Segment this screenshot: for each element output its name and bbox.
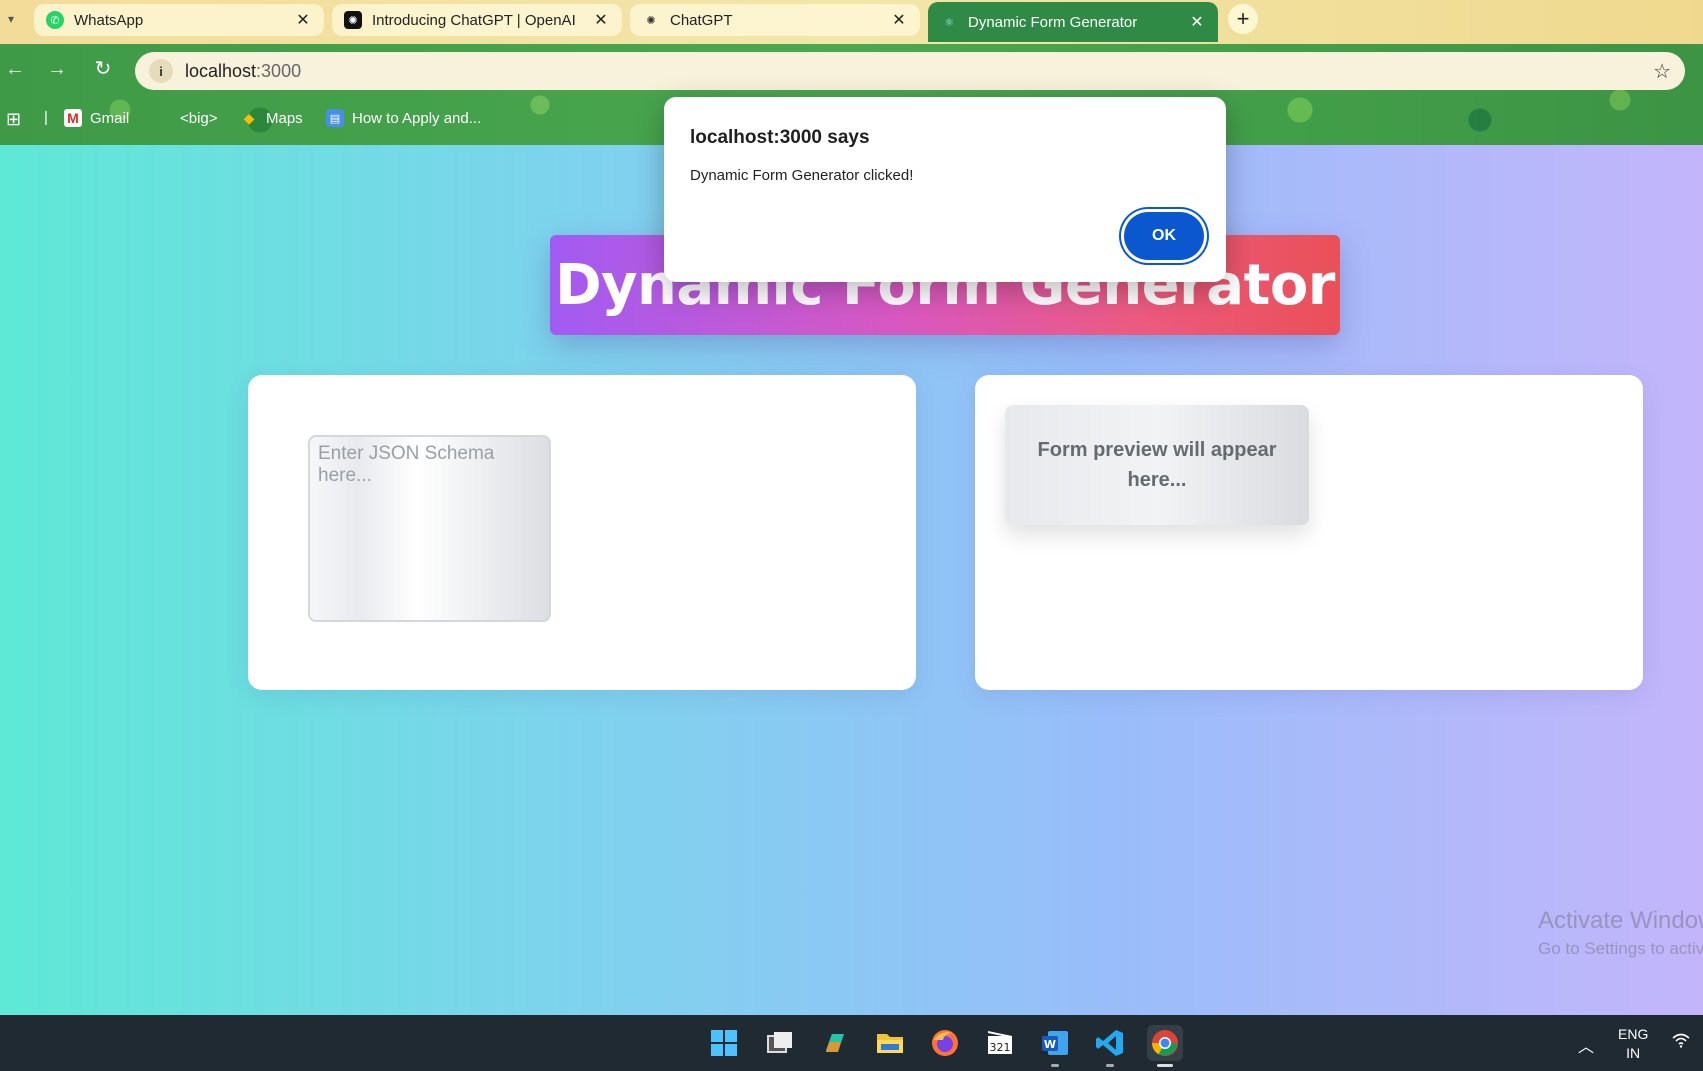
alert-dialog: localhost:3000 says Dynamic Form Generat…: [664, 97, 1226, 282]
close-tab-icon[interactable]: ✕: [592, 10, 610, 30]
form-preview-card: Form preview will appear here...: [975, 375, 1643, 690]
tab-chatgpt[interactable]: ✺ ChatGPT ✕: [630, 4, 920, 36]
schema-editor-card: [248, 375, 916, 690]
back-icon[interactable]: ←: [2, 56, 28, 82]
close-tab-icon[interactable]: ✕: [294, 10, 312, 30]
bookmark-big[interactable]: <big>: [154, 109, 218, 127]
tab-introducing-chatgpt[interactable]: ✺ Introducing ChatGPT | OpenAI ✕: [332, 4, 622, 36]
file-explorer-icon[interactable]: [872, 1025, 908, 1061]
json-schema-input[interactable]: [308, 435, 551, 622]
tab-search-chevron-icon[interactable]: ▾: [0, 8, 22, 30]
url-text: localhost:3000: [185, 61, 1653, 82]
bookmark-icon: [154, 109, 172, 127]
language-code: ENG: [1618, 1026, 1649, 1042]
bookmark-label: <big>: [180, 109, 218, 127]
tab-title: Dynamic Form Generator: [968, 13, 1138, 31]
tab-title: Introducing ChatGPT | OpenAI: [372, 11, 576, 29]
chrome-icon[interactable]: [1147, 1025, 1183, 1067]
svg-text:W: W: [1044, 1038, 1056, 1051]
tab-dynamic-form-generator[interactable]: ⚛ Dynamic Form Generator ✕: [928, 2, 1218, 42]
close-tab-icon[interactable]: ✕: [1188, 12, 1206, 32]
openai-icon: ✺: [344, 11, 362, 29]
maps-icon: ◆: [243, 109, 255, 126]
tab-title: WhatsApp: [74, 11, 144, 29]
bookmark-how-to-apply[interactable]: ▤ How to Apply and...: [326, 109, 481, 127]
tab-title: ChatGPT: [670, 11, 733, 29]
copilot-icon[interactable]: [817, 1025, 853, 1061]
reload-icon[interactable]: ↻: [90, 56, 116, 82]
browser-toolbar: ← → ↻ i localhost:3000 ☆: [0, 44, 1703, 94]
forward-icon[interactable]: →: [44, 56, 70, 82]
running-indicator: [1051, 1064, 1059, 1067]
openai-icon: ✺: [646, 14, 656, 27]
region-code: IN: [1626, 1045, 1641, 1061]
input-language-indicator[interactable]: ENG IN: [1618, 1025, 1648, 1063]
url-host: localhost: [185, 60, 257, 81]
active-window-indicator: [1157, 1064, 1173, 1067]
address-bar[interactable]: i localhost:3000 ☆: [135, 52, 1685, 90]
page-icon: ▤: [326, 109, 344, 127]
svg-text:321: 321: [990, 1041, 1011, 1054]
bookmark-label: Maps: [266, 109, 303, 127]
watermark-subtitle: Go to Settings to activate Windows.: [1538, 939, 1703, 958]
windows-start-icon[interactable]: [706, 1025, 742, 1061]
bookmark-maps[interactable]: ◆ Maps: [240, 109, 303, 127]
site-info-icon[interactable]: i: [149, 59, 173, 83]
new-tab-button[interactable]: +: [1228, 4, 1258, 34]
show-hidden-icons-chevron-icon[interactable]: ︿: [1578, 1033, 1594, 1057]
form-preview-placeholder: Form preview will appear here...: [1005, 405, 1309, 525]
bookmark-star-icon[interactable]: ☆: [1653, 59, 1671, 84]
word-icon[interactable]: W: [1037, 1025, 1073, 1067]
bookmarks-separator: |: [44, 109, 48, 126]
ok-button[interactable]: OK: [1124, 212, 1204, 260]
url-port: :3000: [256, 60, 302, 81]
apps-grid-icon[interactable]: ⊞: [6, 109, 21, 130]
firefox-icon[interactable]: [927, 1025, 963, 1061]
tab-whatsapp[interactable]: ✆ WhatsApp ✕: [34, 4, 324, 36]
task-view-icon[interactable]: [762, 1025, 798, 1061]
dialog-title: localhost:3000 says: [690, 127, 870, 148]
dialog-message: Dynamic Form Generator clicked!: [690, 167, 914, 184]
bookmark-label: How to Apply and...: [352, 109, 482, 127]
wifi-icon[interactable]: [1672, 1032, 1690, 1053]
windows-activation-watermark: Activate Windows Go to Settings to activ…: [1538, 907, 1703, 959]
clipchamp-icon[interactable]: 321: [982, 1025, 1018, 1061]
gmail-icon: M: [64, 109, 82, 127]
vscode-icon[interactable]: [1092, 1025, 1128, 1067]
watermark-title: Activate Windows: [1538, 907, 1703, 934]
running-indicator: [1106, 1064, 1114, 1067]
react-icon: ⚛: [944, 16, 954, 29]
bookmark-label: Gmail: [90, 109, 130, 127]
windows-taskbar: 321 W ︿ ENG IN: [0, 1015, 1703, 1071]
close-tab-icon[interactable]: ✕: [890, 10, 908, 30]
whatsapp-icon: ✆: [46, 11, 64, 29]
bookmark-gmail[interactable]: M Gmail: [64, 109, 129, 127]
tab-strip: ▾ ✆ WhatsApp ✕ ✺ Introducing ChatGPT | O…: [0, 0, 1703, 44]
